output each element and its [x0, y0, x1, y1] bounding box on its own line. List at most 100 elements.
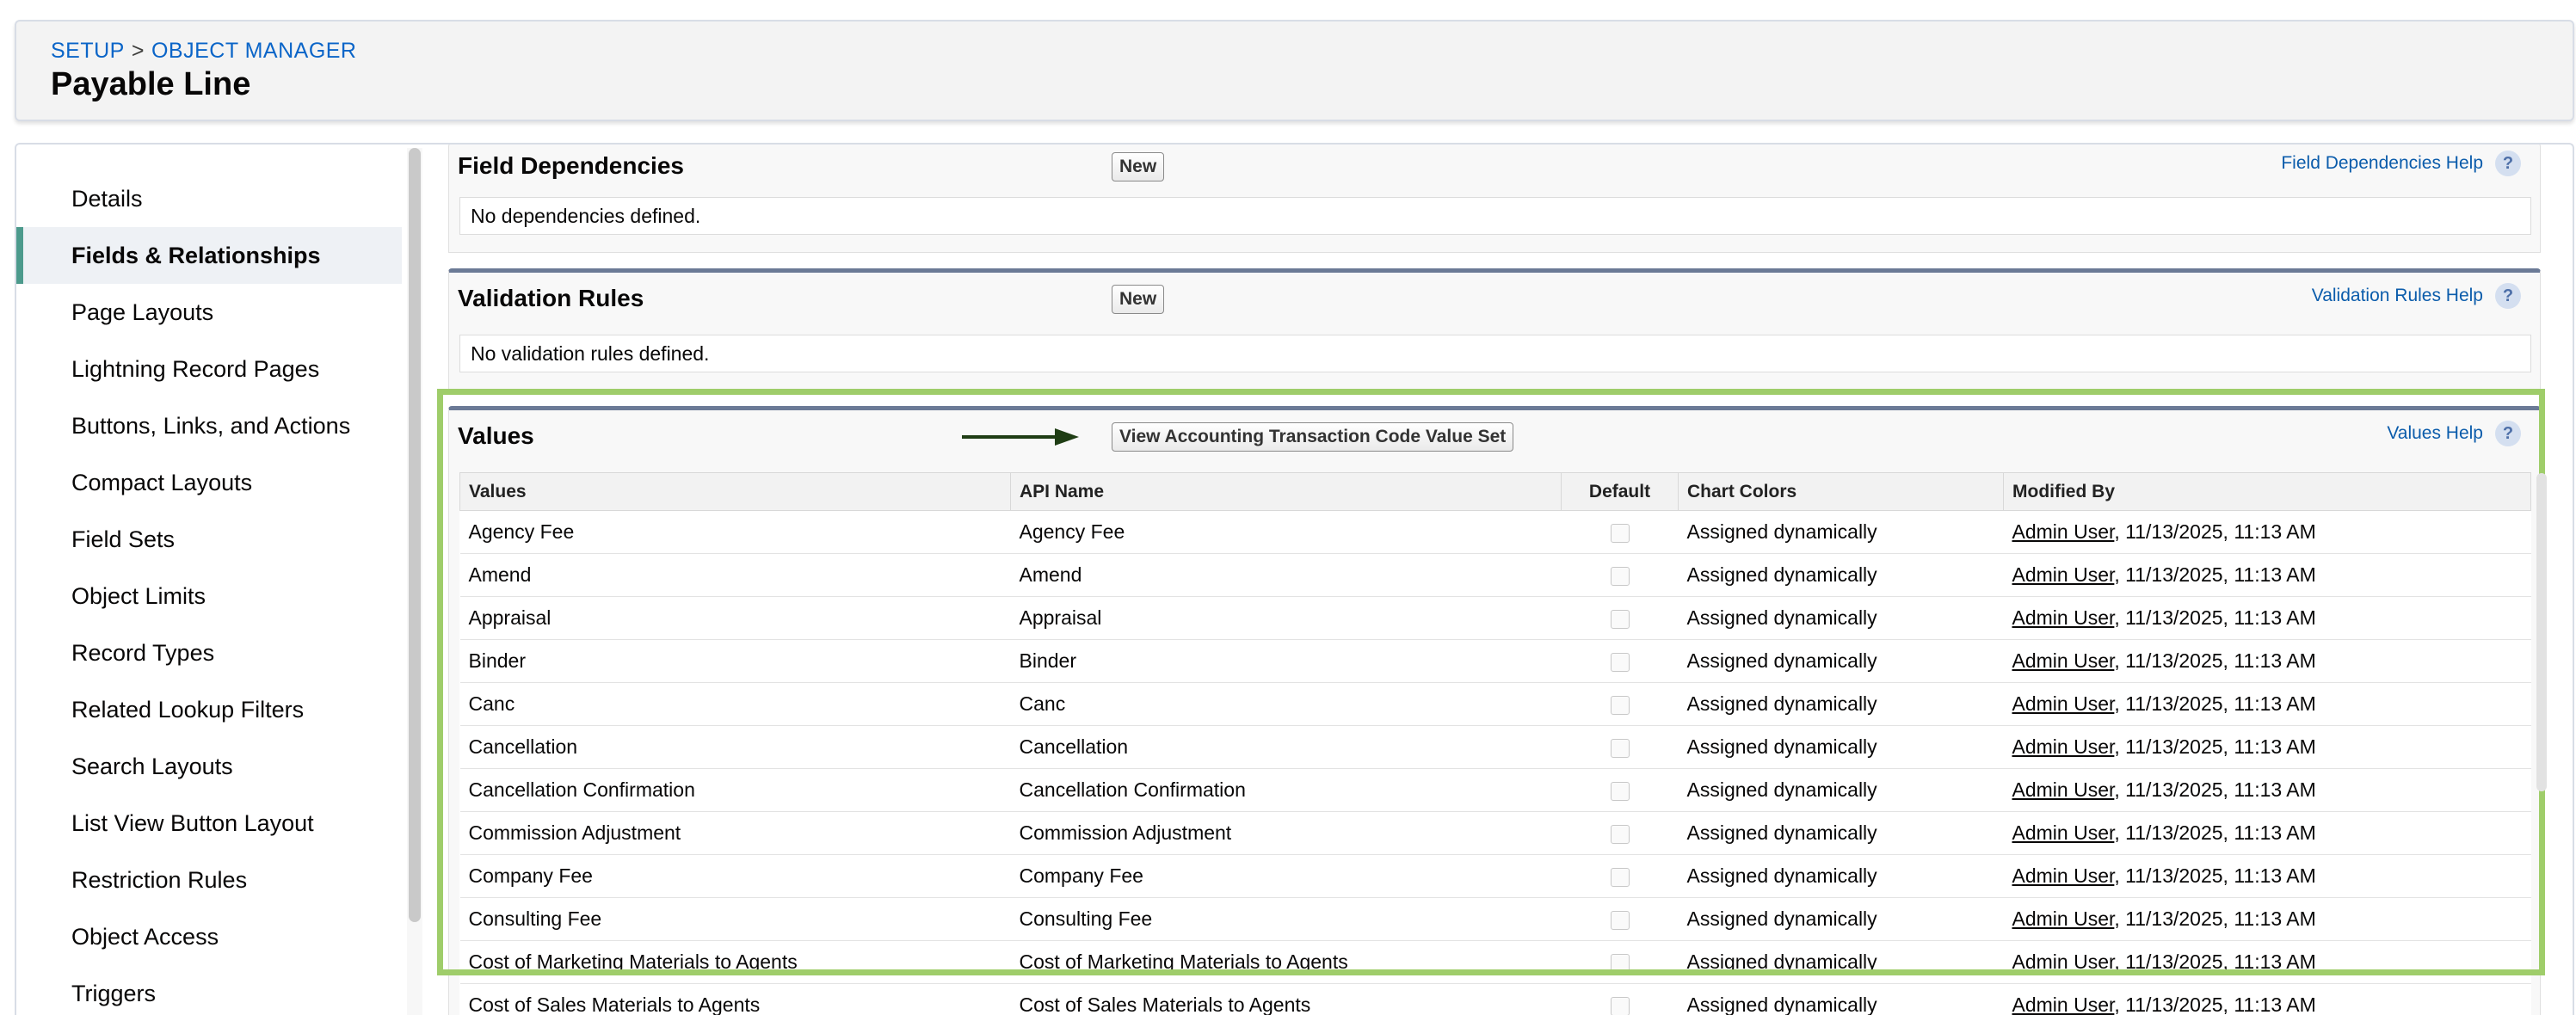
- sidebar-item-buttons-links-and-actions[interactable]: Buttons, Links, and Actions: [16, 397, 402, 454]
- api-name-cell: Amend: [1010, 553, 1562, 597]
- modified-date: , 11/13/2025, 11:13 AM: [2114, 520, 2316, 543]
- field-dependencies-help-link[interactable]: Field Dependencies Help: [2281, 153, 2483, 174]
- chart-colors-cell: Assigned dynamically: [1678, 682, 2004, 726]
- sidebar-item-triggers[interactable]: Triggers: [16, 965, 402, 1015]
- sidebar-item-fields-relationships[interactable]: Fields & Relationships: [16, 227, 402, 284]
- page-title: Payable Line: [51, 66, 251, 102]
- chart-colors-cell: Assigned dynamically: [1678, 940, 2004, 984]
- sidebar-scrollbar[interactable]: [407, 148, 422, 1015]
- api-name-cell: Canc: [1010, 682, 1562, 726]
- sidebar-item-search-layouts[interactable]: Search Layouts: [16, 738, 402, 795]
- validation-rules-section: Validation Rules New Validation Rules He…: [448, 268, 2541, 392]
- sidebar-scrollbar-thumb[interactable]: [409, 148, 421, 922]
- modified-by-user-link[interactable]: Admin User: [2012, 520, 2115, 543]
- value-cell: Consulting Fee: [459, 897, 1011, 941]
- sidebar-item-object-limits[interactable]: Object Limits: [16, 568, 402, 624]
- column-header-api-name: API Name: [1010, 472, 1562, 511]
- table-row: Appraisal Appraisal Assigned dynamically Ad…: [459, 596, 2531, 640]
- modified-by-cell: Admin User, 11/13/2025, 11:13 AM: [2003, 983, 2531, 1015]
- table-row: Cost of Sales Materials to Agents Cost of…: [459, 983, 2531, 1015]
- value-cell: Appraisal: [459, 596, 1011, 640]
- breadcrumb-setup-link[interactable]: SETUP: [51, 39, 125, 63]
- modified-by-user-link[interactable]: Admin User: [2012, 993, 2115, 1015]
- value-cell: Agency Fee: [459, 510, 1011, 554]
- values-help-link[interactable]: Values Help: [2387, 423, 2483, 444]
- modified-date: , 11/13/2025, 11:13 AM: [2114, 950, 2316, 973]
- main-scrollbar[interactable]: [2533, 143, 2548, 1015]
- modified-date: , 11/13/2025, 11:13 AM: [2114, 907, 2316, 930]
- values-table-header: Values API Name Default Chart Colors Mod…: [459, 472, 2531, 511]
- api-name-cell: Cancellation Confirmation: [1010, 768, 1562, 812]
- default-cell: [1561, 811, 1679, 855]
- modified-by-cell: Admin User, 11/13/2025, 11:13 AM: [2003, 854, 2531, 898]
- sidebar-item-restriction-rules[interactable]: Restriction Rules: [16, 852, 402, 908]
- breadcrumb-object-manager-link[interactable]: OBJECT MANAGER: [151, 39, 357, 63]
- main-content: Field Dependencies New Field Dependencie…: [448, 145, 2556, 1015]
- modified-by-cell: Admin User, 11/13/2025, 11:13 AM: [2003, 725, 2531, 769]
- default-cell: [1561, 682, 1679, 726]
- field-dependencies-message: No dependencies defined.: [459, 197, 2531, 235]
- api-name-cell: Binder: [1010, 639, 1562, 683]
- modified-by-cell: Admin User, 11/13/2025, 11:13 AM: [2003, 897, 2531, 941]
- modified-date: , 11/13/2025, 11:13 AM: [2114, 778, 2316, 801]
- modified-by-user-link[interactable]: Admin User: [2012, 692, 2115, 715]
- validation-rules-help-link[interactable]: Validation Rules Help: [2312, 286, 2483, 306]
- modified-by-user-link[interactable]: Admin User: [2012, 950, 2115, 973]
- validation-rules-message: No validation rules defined.: [459, 335, 2531, 372]
- modified-by-user-link[interactable]: Admin User: [2012, 606, 2115, 629]
- values-help[interactable]: Values Help ?: [2387, 421, 2521, 446]
- api-name-cell: Commission Adjustment: [1010, 811, 1562, 855]
- modified-by-user-link[interactable]: Admin User: [2012, 907, 2115, 930]
- modified-by-user-link[interactable]: Admin User: [2012, 563, 2115, 586]
- question-circle-icon[interactable]: ?: [2495, 283, 2521, 309]
- sidebar-item-page-layouts[interactable]: Page Layouts: [16, 284, 402, 341]
- field-dependencies-help[interactable]: Field Dependencies Help ?: [2281, 151, 2521, 176]
- chart-colors-cell: Assigned dynamically: [1678, 725, 2004, 769]
- chart-colors-cell: Assigned dynamically: [1678, 811, 2004, 855]
- api-name-cell: Cost of Marketing Materials to Agents: [1010, 940, 1562, 984]
- field-dependencies-title: Field Dependencies: [458, 152, 684, 179]
- default-cell: [1561, 725, 1679, 769]
- sidebar-item-object-access[interactable]: Object Access: [16, 908, 402, 965]
- view-value-set-button[interactable]: View Accounting Transaction Code Value S…: [1112, 422, 1514, 452]
- sidebar-item-related-lookup-filters[interactable]: Related Lookup Filters: [16, 681, 402, 738]
- table-row: Consulting Fee Consulting Fee Assigned dyn…: [459, 897, 2531, 941]
- modified-by-cell: Admin User, 11/13/2025, 11:13 AM: [2003, 510, 2531, 554]
- main-scrollbar-thumb[interactable]: [2536, 473, 2547, 791]
- sidebar-item-compact-layouts[interactable]: Compact Layouts: [16, 454, 402, 511]
- modified-date: , 11/13/2025, 11:13 AM: [2114, 606, 2316, 629]
- question-circle-icon[interactable]: ?: [2495, 151, 2521, 176]
- values-title: Values: [458, 422, 534, 449]
- column-header-modified-by: Modified By: [2003, 472, 2531, 511]
- value-cell: Amend: [459, 553, 1011, 597]
- modified-by-user-link[interactable]: Admin User: [2012, 778, 2115, 801]
- field-dependencies-new-button[interactable]: New: [1112, 152, 1165, 181]
- validation-rules-help[interactable]: Validation Rules Help ?: [2312, 283, 2521, 309]
- default-cell: [1561, 854, 1679, 898]
- chart-colors-cell: Assigned dynamically: [1678, 854, 2004, 898]
- default-cell: [1561, 553, 1679, 597]
- sidebar-item-record-types[interactable]: Record Types: [16, 624, 402, 681]
- value-cell: Company Fee: [459, 854, 1011, 898]
- modified-by-user-link[interactable]: Admin User: [2012, 864, 2115, 887]
- value-cell: Cost of Marketing Materials to Agents: [459, 940, 1011, 984]
- validation-rules-new-button[interactable]: New: [1112, 285, 1165, 314]
- api-name-cell: Consulting Fee: [1010, 897, 1562, 941]
- column-header-default: Default: [1561, 472, 1679, 511]
- default-checkbox: [1610, 566, 1630, 586]
- breadcrumb-separator: >: [131, 39, 145, 63]
- modified-by-user-link[interactable]: Admin User: [2012, 649, 2115, 672]
- default-cell: [1561, 768, 1679, 812]
- sidebar-item-field-sets[interactable]: Field Sets: [16, 511, 402, 568]
- sidebar-item-list-view-button-layout[interactable]: List View Button Layout: [16, 795, 402, 852]
- modified-by-user-link[interactable]: Admin User: [2012, 735, 2115, 758]
- value-cell: Cancellation Confirmation: [459, 768, 1011, 812]
- modified-by-cell: Admin User, 11/13/2025, 11:13 AM: [2003, 768, 2531, 812]
- default-checkbox: [1610, 609, 1630, 629]
- question-circle-icon[interactable]: ?: [2495, 421, 2521, 446]
- sidebar-item-lightning-record-pages[interactable]: Lightning Record Pages: [16, 341, 402, 397]
- modified-by-user-link[interactable]: Admin User: [2012, 821, 2115, 844]
- sidebar-item-details[interactable]: Details: [16, 170, 402, 227]
- default-cell: [1561, 596, 1679, 640]
- value-cell: Commission Adjustment: [459, 811, 1011, 855]
